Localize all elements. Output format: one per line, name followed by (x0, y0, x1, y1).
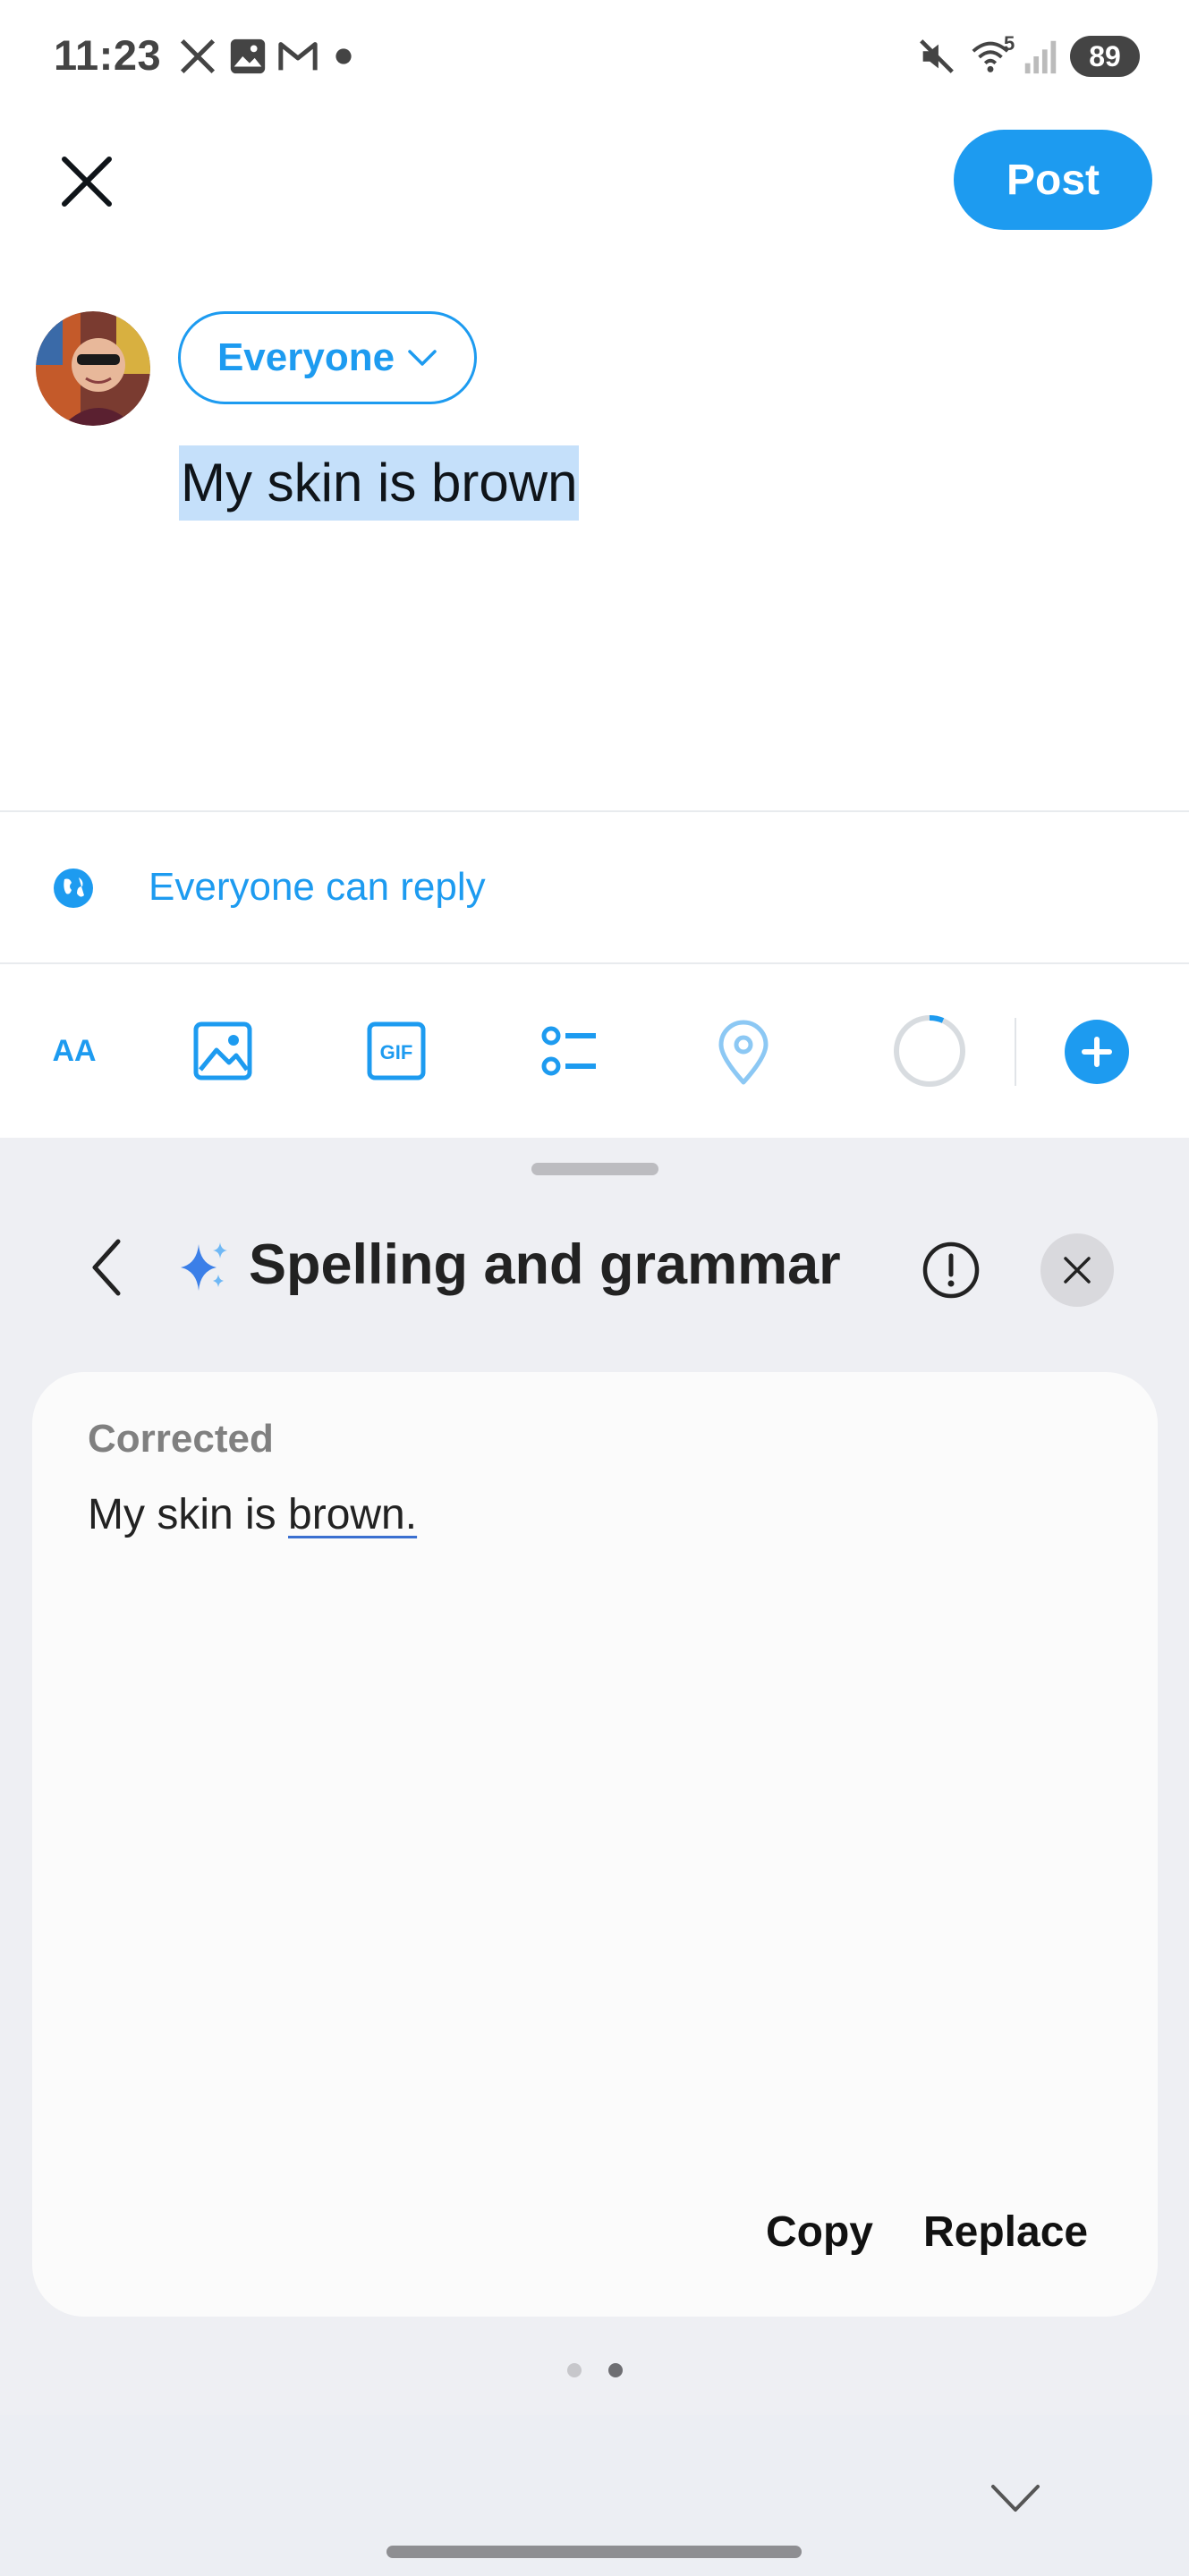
location-icon[interactable] (703, 1011, 784, 1091)
sparkle-icon (181, 1242, 227, 1291)
sheet-close-button[interactable] (1040, 1233, 1114, 1307)
sheet-title: Spelling and grammar (249, 1233, 841, 1296)
gif-label: GIF (380, 1041, 413, 1063)
replace-button[interactable]: Replace (923, 2207, 1088, 2257)
x-logo-icon (180, 38, 216, 74)
gallery-icon (230, 38, 266, 74)
mute-icon (920, 39, 954, 73)
add-post-icon[interactable] (1061, 1016, 1133, 1088)
gif-icon[interactable]: GIF (356, 1011, 437, 1091)
gmail-icon (278, 42, 318, 71)
signal-icon (1024, 40, 1057, 74)
post-button[interactable]: Post (954, 130, 1152, 230)
status-bar: 11:23 5 89 (0, 0, 1189, 116)
toolbar-separator (1015, 1018, 1016, 1086)
result-heading: Corrected (88, 1417, 274, 1461)
chevron-down-icon (408, 350, 437, 366)
corrected-text[interactable]: My skin is brown. (88, 1490, 417, 1539)
corrected-text-unchanged: My skin is (88, 1491, 289, 1538)
reply-setting-label[interactable]: Everyone can reply (149, 865, 486, 910)
close-icon[interactable] (55, 150, 118, 213)
close-icon (1064, 1257, 1091, 1284)
back-icon[interactable] (86, 1236, 131, 1299)
page-indicator-dot[interactable] (567, 2363, 582, 2377)
info-icon[interactable] (921, 1241, 981, 1300)
corrected-text-change: brown. (288, 1491, 418, 1538)
wifi-standard-label: 5 (1004, 32, 1015, 55)
status-time: 11:23 (54, 31, 162, 79)
avatar[interactable] (36, 311, 150, 426)
divider (0, 962, 1189, 964)
audience-selector[interactable]: Everyone (178, 311, 477, 404)
sheet-grabber[interactable] (531, 1163, 658, 1175)
home-indicator[interactable] (386, 2546, 802, 2558)
post-text-input[interactable]: My skin is brown (179, 445, 580, 521)
char-counter-icon (894, 1015, 965, 1087)
poll-icon[interactable] (530, 1011, 610, 1091)
dot-icon (335, 48, 352, 64)
text-size-icon[interactable]: AA (34, 1011, 115, 1091)
globe-icon (54, 869, 93, 908)
audience-label: Everyone (217, 335, 395, 379)
chevron-down-icon[interactable] (988, 2476, 1043, 2521)
page-indicator-dot-active[interactable] (608, 2363, 623, 2377)
image-icon[interactable] (183, 1011, 263, 1091)
copy-button[interactable]: Copy (766, 2207, 873, 2257)
battery-indicator: 89 (1070, 36, 1140, 77)
